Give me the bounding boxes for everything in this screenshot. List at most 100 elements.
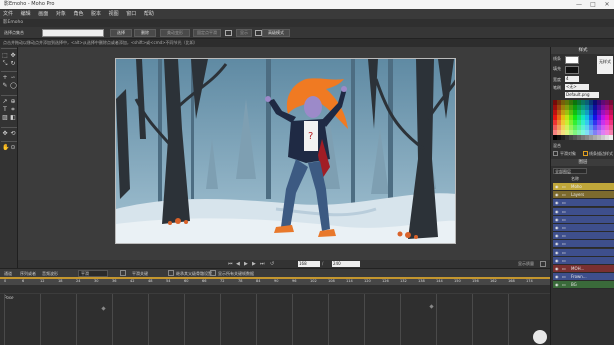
layer-row[interactable]: ◉ ▭	[553, 256, 614, 265]
add-point-tool-icon[interactable]: +	[2, 75, 8, 81]
layer-visibility-icon[interactable]: ◉	[555, 273, 559, 280]
layer-row[interactable]: ◉ ▭ Frown...	[553, 273, 614, 282]
layer-row[interactable]: ◉ ▭ MOH...	[553, 265, 614, 273]
layer-row[interactable]: ◉ ▭	[553, 240, 614, 249]
scale-points-tool-icon[interactable]: ⤡	[2, 61, 8, 67]
layer-visibility-icon[interactable]: ◉	[555, 257, 559, 264]
layer-visibility-icon[interactable]: ◉	[555, 224, 559, 231]
keyframe-marker[interactable]	[429, 304, 434, 309]
layer-row[interactable]: ◉ ▭	[553, 207, 614, 216]
timeline-gridline	[112, 294, 113, 345]
stroke-style-checkbox[interactable]	[583, 151, 588, 156]
menu-draw[interactable]: 画面	[35, 9, 51, 19]
close-button[interactable]: ✕	[600, 0, 614, 9]
point-group-field[interactable]	[42, 29, 104, 37]
layer-row[interactable]: ◉ ▭ Moho	[553, 183, 614, 191]
select-button[interactable]: 选择	[110, 29, 132, 37]
camera-tool-icon[interactable]: ✋	[2, 145, 9, 151]
curvature-tool-icon[interactable]: ∽	[10, 75, 16, 81]
timeline-tick-label: 30	[94, 279, 99, 283]
layer-row[interactable]: ◉ ▭	[553, 199, 614, 208]
layer-visibility-icon[interactable]: ◉	[555, 216, 559, 223]
timeline-ruler[interactable]: 0 6 12 18 24 30 36 42 48 54 60 66 72 78 84 90 96 102 108 11…	[0, 277, 550, 285]
keyframe-marker[interactable]	[101, 306, 106, 311]
display-quality-label[interactable]: 显示质量	[518, 260, 534, 268]
layer-visibility-icon[interactable]: ◉	[555, 191, 559, 198]
menu-script[interactable]: 脱本	[88, 9, 104, 19]
inherit-bones-checkbox[interactable]	[168, 270, 174, 276]
text-tool-icon[interactable]: T	[2, 107, 8, 113]
layer-visibility-icon[interactable]: ◉	[555, 281, 559, 288]
freehand-tool-icon[interactable]: ✎	[2, 83, 8, 89]
play-icon[interactable]: ▶	[244, 261, 250, 267]
menu-object[interactable]: 对象	[53, 9, 69, 19]
smooth-key-checkbox[interactable]	[120, 270, 126, 276]
layer-row[interactable]: ◉ ▭	[553, 215, 614, 224]
layer-visibility-icon[interactable]: ◉	[555, 208, 559, 215]
show-button[interactable]: 显示	[236, 29, 252, 37]
tools-panel: ⬚ ✥ ⤡ ↻ + ∽ ✎ ◯ ↗ ⊕ T ⌗ ▨ ◧ ✥ ⟲ ✋ ⊙	[0, 47, 18, 268]
layer-row[interactable]: ◉ ▭	[553, 248, 614, 257]
layer-visibility-icon[interactable]: ◉	[555, 183, 559, 190]
transform-button[interactable]: 美动变形	[160, 29, 190, 37]
layer-visibility-icon[interactable]: ◉	[555, 265, 559, 272]
shape-tool-icon[interactable]: ◯	[10, 83, 17, 89]
scroll-handle-icon[interactable]	[533, 330, 547, 344]
document-tab[interactable]: 影Emoho	[3, 20, 23, 25]
first-frame-icon[interactable]: ⏮	[228, 261, 234, 267]
menu-help[interactable]: 帮助	[141, 9, 157, 19]
eyedropper-tool-icon[interactable]: ⌗	[10, 107, 16, 113]
previous-frame-icon[interactable]: ◀	[236, 261, 242, 267]
eraser-tool-icon[interactable]: ◧	[10, 115, 16, 121]
layer-visibility-icon[interactable]: ◉	[555, 249, 559, 256]
fill-color-swatch[interactable]	[565, 66, 579, 74]
paint-bucket-tool-icon[interactable]: ▨	[2, 115, 8, 121]
rotate-points-tool-icon[interactable]: ↻	[10, 61, 16, 67]
image-select[interactable]: Default.png	[565, 92, 599, 98]
zoom-tool-icon[interactable]: ⊙	[10, 145, 16, 151]
palette-swatch[interactable]	[609, 135, 613, 140]
show-checkbox[interactable]	[225, 30, 232, 36]
next-frame-icon[interactable]: ▶	[252, 261, 258, 267]
bind-tool-icon[interactable]: ⊕	[10, 99, 16, 105]
minimize-button[interactable]: —	[572, 0, 586, 9]
loop-icon[interactable]: ↺	[270, 261, 276, 267]
current-frame-field[interactable]: 168	[298, 261, 320, 267]
last-frame-icon[interactable]: ⏭	[260, 261, 266, 267]
advanced-mode-button[interactable]: 高级模式	[262, 29, 290, 37]
menu-edit[interactable]: 编辑	[18, 9, 34, 19]
no-style-button[interactable]: 无样式	[597, 56, 613, 74]
display-quality-icon[interactable]	[540, 261, 546, 267]
menu-character[interactable]: 角色	[70, 9, 86, 19]
menu-file[interactable]: 文件	[0, 9, 16, 19]
layer-filter-select[interactable]: 全部图层	[553, 168, 587, 174]
layer-row[interactable]: ◉ ▭	[553, 232, 614, 241]
color-palette[interactable]	[553, 100, 613, 140]
bone-tool-icon[interactable]: ↗	[2, 99, 8, 105]
advanced-checkbox[interactable]	[255, 30, 262, 36]
layer-visibility-icon[interactable]: ◉	[555, 232, 559, 239]
layer-visibility-icon[interactable]: ◉	[555, 240, 559, 247]
delete-button[interactable]: 删除	[134, 29, 156, 37]
select-points-tool-icon[interactable]: ⬚	[2, 53, 8, 59]
layer-visibility-icon[interactable]: ◉	[555, 199, 559, 206]
width-field[interactable]: 4	[565, 76, 579, 82]
menu-view[interactable]: 视图	[106, 9, 122, 19]
total-frames-field[interactable]: 240	[332, 261, 360, 267]
maximize-button[interactable]: □	[586, 0, 600, 9]
show-all-keys-checkbox[interactable]	[210, 270, 216, 276]
smooth-object-checkbox[interactable]	[553, 151, 558, 156]
menu-window[interactable]: 窗口	[123, 9, 139, 19]
layer-row[interactable]: ◉ ▭ Layers	[553, 191, 614, 200]
layer-row[interactable]: ◉ ▭ BG	[553, 281, 614, 290]
layer-rotate-tool-icon[interactable]: ⟲	[10, 131, 16, 137]
smooth-point-button[interactable]: 固定点平滑	[193, 29, 221, 37]
interpolation-select[interactable]: 平滑	[78, 270, 108, 277]
timeline-tracks[interactable]: Pose	[0, 285, 550, 345]
layer-row[interactable]: ◉ ▭	[553, 224, 614, 232]
layer-translate-tool-icon[interactable]: ✥	[2, 131, 8, 137]
stroke-color-swatch[interactable]	[565, 56, 579, 64]
brush-select[interactable]: <无>	[565, 84, 589, 90]
stage-canvas[interactable]: ?	[115, 58, 456, 244]
translate-points-tool-icon[interactable]: ✥	[10, 53, 16, 59]
